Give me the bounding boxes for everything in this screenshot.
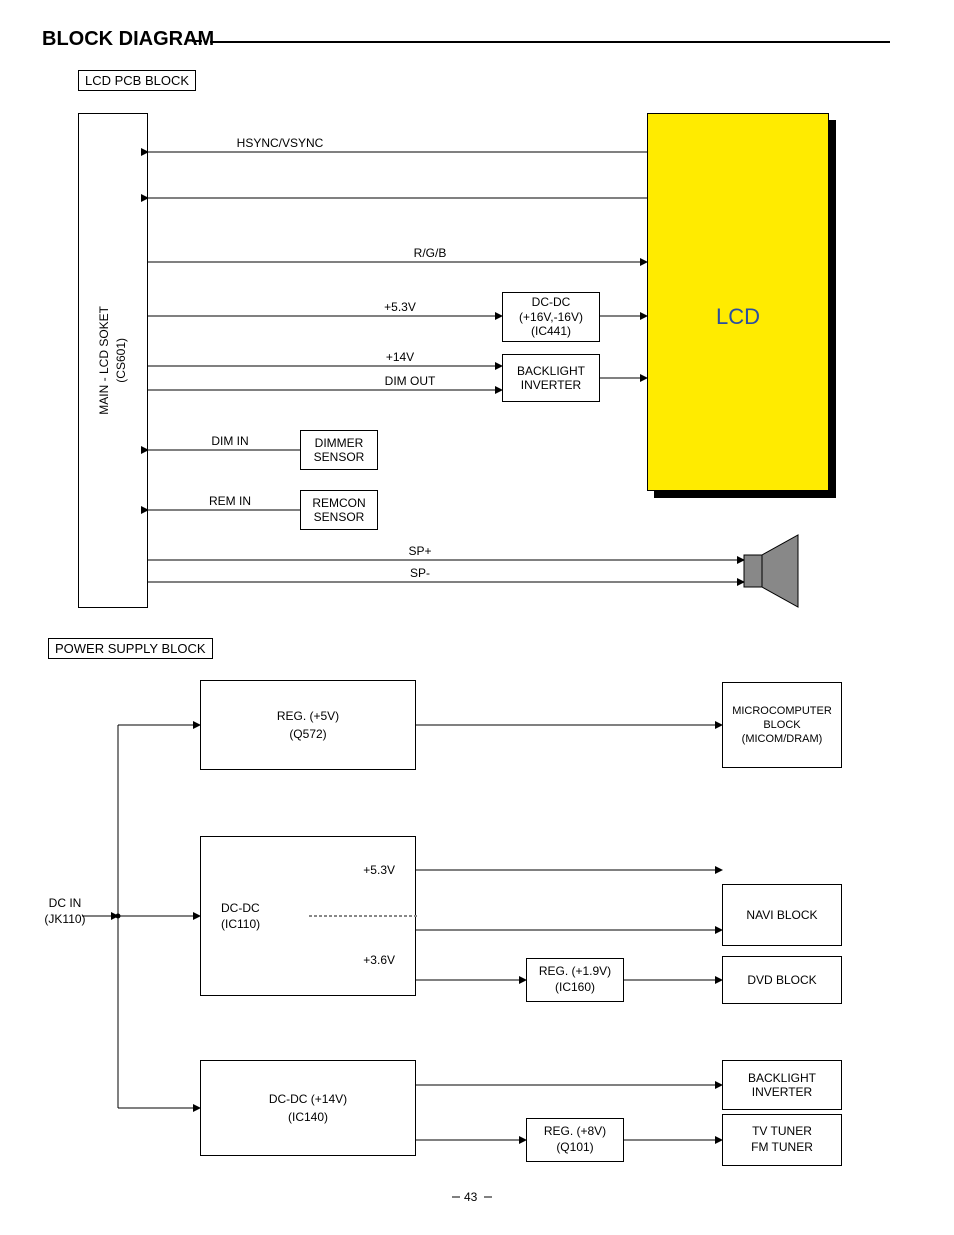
dcdc-ic441-l3: (IC441)	[503, 324, 599, 338]
sig-hsync: HSYNC/VSYNC	[200, 136, 360, 150]
page-number: 43	[464, 1190, 477, 1204]
navi-l: NAVI BLOCK	[723, 908, 841, 922]
blinv2-l2: INVERTER	[723, 1085, 841, 1099]
reg19-l1: REG. (+1.9V)	[527, 964, 623, 980]
sig-v53: +5.3V	[350, 300, 450, 314]
navi-block-box: NAVI BLOCK	[722, 884, 842, 946]
dc-in-label: DC IN (JK110)	[30, 896, 100, 927]
micom-l2: BLOCK	[723, 718, 841, 732]
dcdc-ic441-l1: DC-DC	[503, 295, 599, 309]
dcdc14-l1: DC-DC (+14V)	[201, 1090, 415, 1108]
ic110-v53: +5.3V	[363, 863, 395, 877]
reg-8v-box: REG. (+8V) (Q101)	[526, 1118, 624, 1162]
backlight-inverter-box-upper: BACKLIGHT INVERTER	[502, 354, 600, 402]
tv-l1: TV TUNER	[723, 1124, 841, 1140]
reg8-l1: REG. (+8V)	[527, 1124, 623, 1140]
dcdc-ic110-box: +5.3V DC-DC (IC110) +3.6V	[200, 836, 416, 996]
ic110-l1: DC-DC	[221, 901, 260, 915]
title-rule	[210, 41, 890, 43]
soket-line2: (CS601)	[114, 338, 128, 383]
dcdc-ic441-box: DC-DC (+16V,-16V) (IC441)	[502, 292, 600, 342]
tv-fm-tuner-box: TV TUNER FM TUNER	[722, 1114, 842, 1166]
reg-1p9v-box: REG. (+1.9V) (IC160)	[526, 958, 624, 1002]
page-title: BLOCK DIAGRAM	[42, 28, 214, 51]
sig-v14: +14V	[350, 350, 450, 364]
dvd-block-box: DVD BLOCK	[722, 956, 842, 1004]
dcdc-14v-box: DC-DC (+14V) (IC140)	[200, 1060, 416, 1156]
main-lcd-soket-box: MAIN - LCD SOKET (CS601)	[78, 113, 148, 608]
dcdc14-l2: (IC140)	[201, 1108, 415, 1126]
sig-remin: REM IN	[180, 494, 280, 508]
lcd-label: LCD	[716, 304, 760, 330]
tv-l2: FM TUNER	[723, 1140, 841, 1156]
dvd-l: DVD BLOCK	[723, 973, 841, 987]
power-block-label: POWER SUPPLY BLOCK	[48, 638, 213, 659]
micom-l1: MICROCOMPUTER	[723, 704, 841, 718]
soket-line1: MAIN - LCD SOKET	[97, 306, 111, 415]
blinv2-l1: BACKLIGHT	[723, 1071, 841, 1085]
sig-dimout: DIM OUT	[350, 374, 470, 388]
reg5-l1: REG. (+5V)	[201, 707, 415, 725]
reg-5v-box: REG. (+5V) (Q572)	[200, 680, 416, 770]
dimmer-sensor-box: DIMMER SENSOR	[300, 430, 378, 470]
ic110-v36: +3.6V	[363, 953, 395, 967]
remcon-sensor-box: REMCON SENSOR	[300, 490, 378, 530]
remcon-l2: SENSOR	[301, 510, 377, 524]
backlight-inverter-box-lower: BACKLIGHT INVERTER	[722, 1060, 842, 1110]
bl-inv-l2: INVERTER	[503, 378, 599, 392]
bl-inv-l1: BACKLIGHT	[503, 364, 599, 378]
lcd-block-label: LCD PCB BLOCK	[78, 70, 196, 91]
sig-spp: SP+	[380, 544, 460, 558]
lcd-box: LCD	[647, 113, 829, 491]
ic110-l2: (IC110)	[221, 917, 260, 931]
sig-dimin: DIM IN	[180, 434, 280, 448]
dcin-l1: DC IN	[49, 896, 82, 910]
dimmer-l2: SENSOR	[301, 450, 377, 464]
sig-rgb: R/G/B	[350, 246, 510, 260]
sig-spm: SP-	[380, 566, 460, 580]
micom-box: MICROCOMPUTER BLOCK (MICOM/DRAM)	[722, 682, 842, 768]
remcon-l1: REMCON	[301, 496, 377, 510]
reg8-l2: (Q101)	[527, 1140, 623, 1156]
dimmer-l1: DIMMER	[301, 436, 377, 450]
reg19-l2: (IC160)	[527, 980, 623, 996]
reg5-l2: (Q572)	[201, 725, 415, 743]
micom-l3: (MICOM/DRAM)	[723, 732, 841, 746]
dcdc-ic441-l2: (+16V,-16V)	[503, 310, 599, 324]
dcin-l2: (JK110)	[44, 912, 85, 926]
